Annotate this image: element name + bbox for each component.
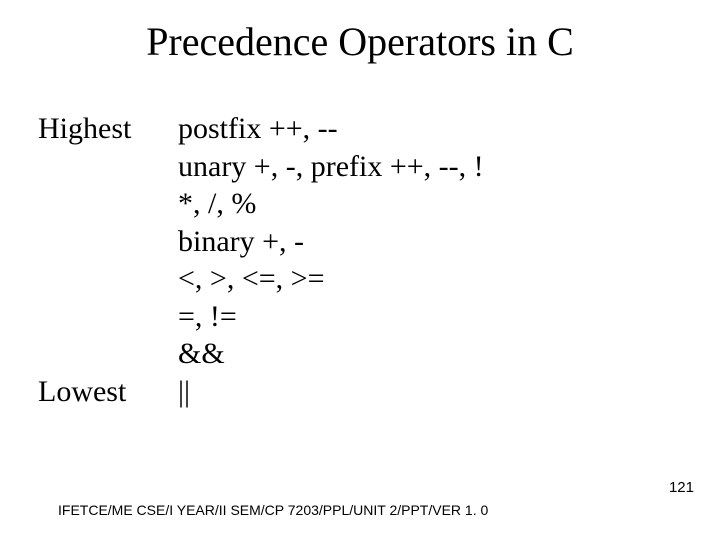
operators-level-1: unary +, -, prefix ++, --, ! xyxy=(178,148,682,186)
label-spacer xyxy=(38,148,178,186)
label-spacer xyxy=(38,335,178,373)
precedence-row: =, != xyxy=(38,298,682,336)
precedence-row: <, >, <=, >= xyxy=(38,260,682,298)
precedence-row: Lowest || xyxy=(38,373,682,411)
precedence-row: unary +, -, prefix ++, --, ! xyxy=(38,148,682,186)
precedence-row: Highest postfix ++, -- xyxy=(38,110,682,148)
label-highest: Highest xyxy=(38,110,178,148)
precedence-row: *, /, % xyxy=(38,185,682,223)
operators-level-6: && xyxy=(178,335,682,373)
operators-level-7: || xyxy=(178,373,682,411)
operators-level-2: *, /, % xyxy=(178,185,682,223)
slide-body: Highest postfix ++, -- unary +, -, prefi… xyxy=(38,110,682,410)
operators-level-3: binary +, - xyxy=(178,223,682,261)
label-spacer xyxy=(38,260,178,298)
label-lowest: Lowest xyxy=(38,373,178,411)
operators-level-5: =, != xyxy=(178,298,682,336)
precedence-row: && xyxy=(38,335,682,373)
page-number: 121 xyxy=(669,479,694,496)
label-spacer xyxy=(38,298,178,336)
label-spacer xyxy=(38,223,178,261)
label-spacer xyxy=(38,185,178,223)
operators-level-4: <, >, <=, >= xyxy=(178,260,682,298)
footer-text: IFETCE/ME CSE/I YEAR/II SEM/CP 7203/PPL/… xyxy=(58,502,488,518)
slide: Precedence Operators in C Highest postfi… xyxy=(0,0,720,540)
precedence-row: binary +, - xyxy=(38,223,682,261)
operators-level-0: postfix ++, -- xyxy=(178,110,682,148)
slide-title: Precedence Operators in C xyxy=(0,18,720,65)
